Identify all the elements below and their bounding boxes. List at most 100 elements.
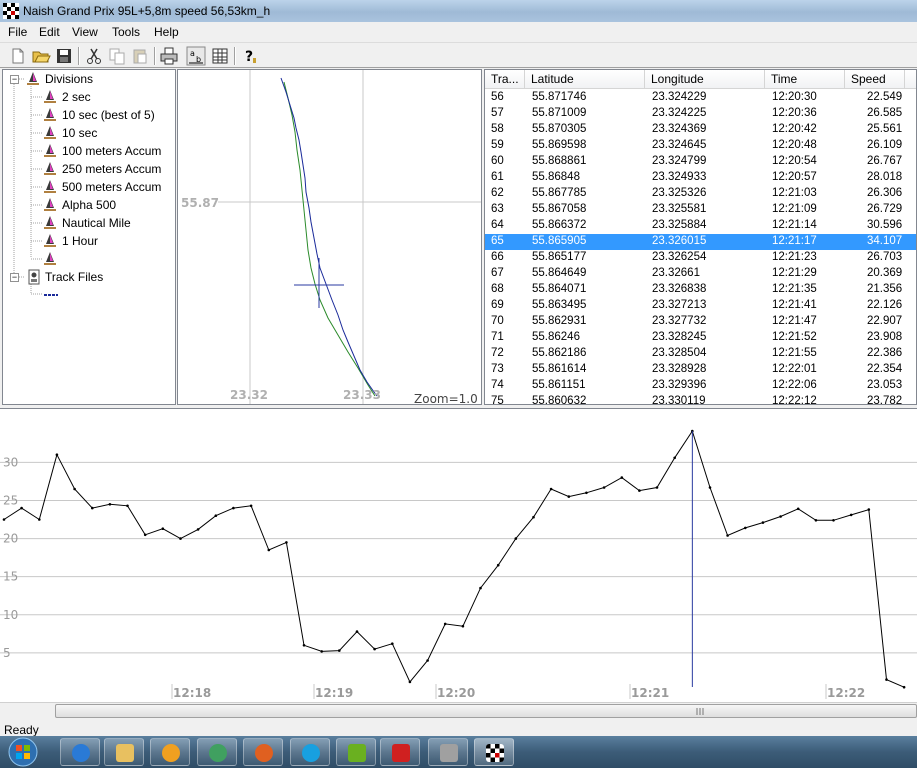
taskbar-internet-explorer[interactable]	[60, 738, 100, 766]
table-row[interactable]: 68 55.864071 23.326838 12:21:35 21.356	[485, 282, 916, 298]
table-row[interactable]: 70 55.862931 23.327732 12:21:47 22.907	[485, 314, 916, 330]
table-row[interactable]: 56 55.871746 23.324229 12:20:30 22.549	[485, 90, 916, 106]
tree-node-division[interactable]: 250 meters Accum	[43, 160, 175, 178]
x-tick-label: 12:18	[173, 686, 211, 700]
tree-node-division[interactable]: 100 meters Accum	[43, 142, 175, 160]
cell-longitude: 23.330119	[652, 395, 706, 405]
taskbar-firefox[interactable]	[243, 738, 283, 766]
table-row[interactable]: 57 55.871009 23.324225 12:20:36 26.585	[485, 106, 916, 122]
taskbar-app-red[interactable]	[380, 738, 420, 766]
cell-speed: 22.126	[867, 299, 903, 311]
speed-chart-canvas[interactable]: 30 25 20 15 10 5 12:18 12:19 12:20 12:21 12:22	[0, 409, 917, 702]
speed-point	[673, 456, 676, 460]
menu-tools[interactable]: Tools	[112, 25, 140, 39]
tree-node-division[interactable]: Nautical Mile	[43, 214, 175, 232]
label-toggle-icon[interactable]: ab	[186, 46, 206, 66]
cell-time: 12:20:30	[772, 91, 817, 103]
table-row[interactable]: 60 55.868861 23.324799 12:20:54 26.767	[485, 154, 916, 170]
column-header-track[interactable]: Tra...	[485, 70, 525, 89]
app-orange-icon	[162, 744, 180, 762]
grip-icon	[696, 708, 704, 715]
paste-icon[interactable]	[130, 46, 150, 66]
column-header-time[interactable]: Time	[765, 70, 845, 89]
help-question-icon[interactable]: ?	[240, 46, 260, 66]
cell-time: 12:21:29	[772, 267, 817, 279]
table-row[interactable]: 59 55.869598 23.324645 12:20:48 26.109	[485, 138, 916, 154]
track-file-item[interactable]	[43, 286, 63, 304]
new-file-icon[interactable]	[8, 46, 28, 66]
tree-node-division[interactable]: 10 sec	[43, 124, 175, 142]
tree-node-track-files[interactable]: − Track Files	[3, 268, 175, 286]
tree-node-division[interactable]: 10 sec (best of 5)	[43, 106, 175, 124]
taskbar-skype[interactable]	[290, 738, 330, 766]
menu-file[interactable]: File	[8, 25, 27, 39]
tree-node-divisions[interactable]: − Divisions	[3, 70, 175, 88]
table-row[interactable]: 66 55.865177 23.326254 12:21:23 26.703	[485, 250, 916, 266]
print-icon[interactable]	[159, 46, 179, 66]
cell-track: 66	[491, 251, 504, 263]
table-row[interactable]: 58 55.870305 23.324369 12:20:42 25.561	[485, 122, 916, 138]
table-row[interactable]: 62 55.867785 23.325326 12:21:03 26.306	[485, 186, 916, 202]
menu-edit[interactable]: Edit	[39, 25, 60, 39]
cut-scissors-icon[interactable]	[84, 46, 104, 66]
track-map[interactable]: 55.87 23.32 23.33 Zoom=1.0	[177, 69, 482, 405]
column-header-latitude[interactable]: Latitude	[525, 70, 645, 89]
tree-node-division[interactable]: Alpha 500	[43, 196, 175, 214]
speed-chart[interactable]: 30 25 20 15 10 5 12:18 12:19 12:20 12:21 12:22	[0, 408, 917, 702]
windsurfer-icon	[44, 216, 56, 229]
speed-point	[796, 507, 800, 511]
internet-explorer-icon	[72, 744, 90, 762]
tree-label-division: 250 meters Accum	[62, 162, 162, 176]
taskbar-gps-app[interactable]	[474, 738, 514, 766]
speed-point	[849, 513, 853, 517]
windows-start-icon[interactable]	[4, 737, 42, 767]
copy-icon[interactable]	[107, 46, 127, 66]
taskbar-app-gray[interactable]	[428, 738, 468, 766]
cell-latitude: 55.865177	[532, 251, 587, 263]
firefox-icon	[255, 744, 273, 762]
checkered-flag-icon	[3, 3, 19, 19]
taskbar-app-orange[interactable]	[150, 738, 190, 766]
cell-latitude: 55.862931	[532, 315, 587, 327]
table-row[interactable]: 67 55.864649 23.32661 12:21:29 20.369	[485, 266, 916, 282]
table-row[interactable]: 61 55.86848 23.324933 12:20:57 28.018	[485, 170, 916, 186]
save-disk-icon[interactable]	[54, 46, 74, 66]
tree-node-division[interactable]: 500 meters Accum	[43, 178, 175, 196]
speed-point	[638, 489, 641, 492]
scrollbar-thumb[interactable]	[55, 704, 917, 718]
speed-point	[532, 515, 535, 519]
table-grid-icon[interactable]	[210, 46, 230, 66]
menu-help[interactable]: Help	[154, 25, 179, 39]
windsurfer-icon	[44, 162, 56, 175]
map-lat-label: 55.87	[181, 196, 219, 210]
table-row[interactable]: 72 55.862186 23.328504 12:21:55 22.386	[485, 346, 916, 362]
tree-node-empty[interactable]	[43, 250, 73, 268]
taskbar-app-globe[interactable]	[197, 738, 237, 766]
collapse-toggle[interactable]: −	[10, 75, 19, 84]
taskbar-utorrent[interactable]	[336, 738, 376, 766]
table-row[interactable]: 74 55.861151 23.329396 12:22:06 23.053	[485, 378, 916, 394]
table-row[interactable]: 69 55.863495 23.327213 12:21:41 22.126	[485, 298, 916, 314]
cell-track: 59	[491, 139, 504, 151]
table-row[interactable]: 73 55.861614 23.328928 12:22:01 22.354	[485, 362, 916, 378]
column-header-longitude[interactable]: Longitude	[645, 70, 765, 89]
horizontal-scrollbar[interactable]	[0, 702, 917, 719]
speed-point	[320, 650, 324, 653]
open-folder-icon[interactable]	[31, 46, 51, 66]
tree-node-division[interactable]: 2 sec	[43, 88, 175, 106]
cell-longitude: 23.328245	[652, 331, 707, 343]
tree-node-division[interactable]: 1 Hour	[43, 232, 175, 250]
menu-view[interactable]: View	[72, 25, 98, 39]
table-row[interactable]: 65 55.865905 23.326015 12:21:17 34.107	[485, 234, 916, 250]
table-row[interactable]: 71 55.86246 23.328245 12:21:52 23.908	[485, 330, 916, 346]
track-map-canvas[interactable]: 55.87 23.32 23.33 Zoom=1.0	[178, 70, 482, 405]
table-row[interactable]: 64 55.866372 23.325884 12:21:14 30.596	[485, 218, 916, 234]
cell-longitude: 23.327213	[652, 299, 707, 311]
table-row[interactable]: 75 55.860632 23.330119 12:22:12 23.782	[485, 394, 916, 405]
column-header-speed[interactable]: Speed	[845, 70, 905, 89]
cell-speed: 22.386	[867, 347, 903, 359]
collapse-toggle[interactable]: −	[10, 273, 19, 282]
taskbar-file-explorer[interactable]	[104, 738, 144, 766]
cell-track: 56	[491, 91, 504, 103]
table-row[interactable]: 63 55.867058 23.325581 12:21:09 26.729	[485, 202, 916, 218]
